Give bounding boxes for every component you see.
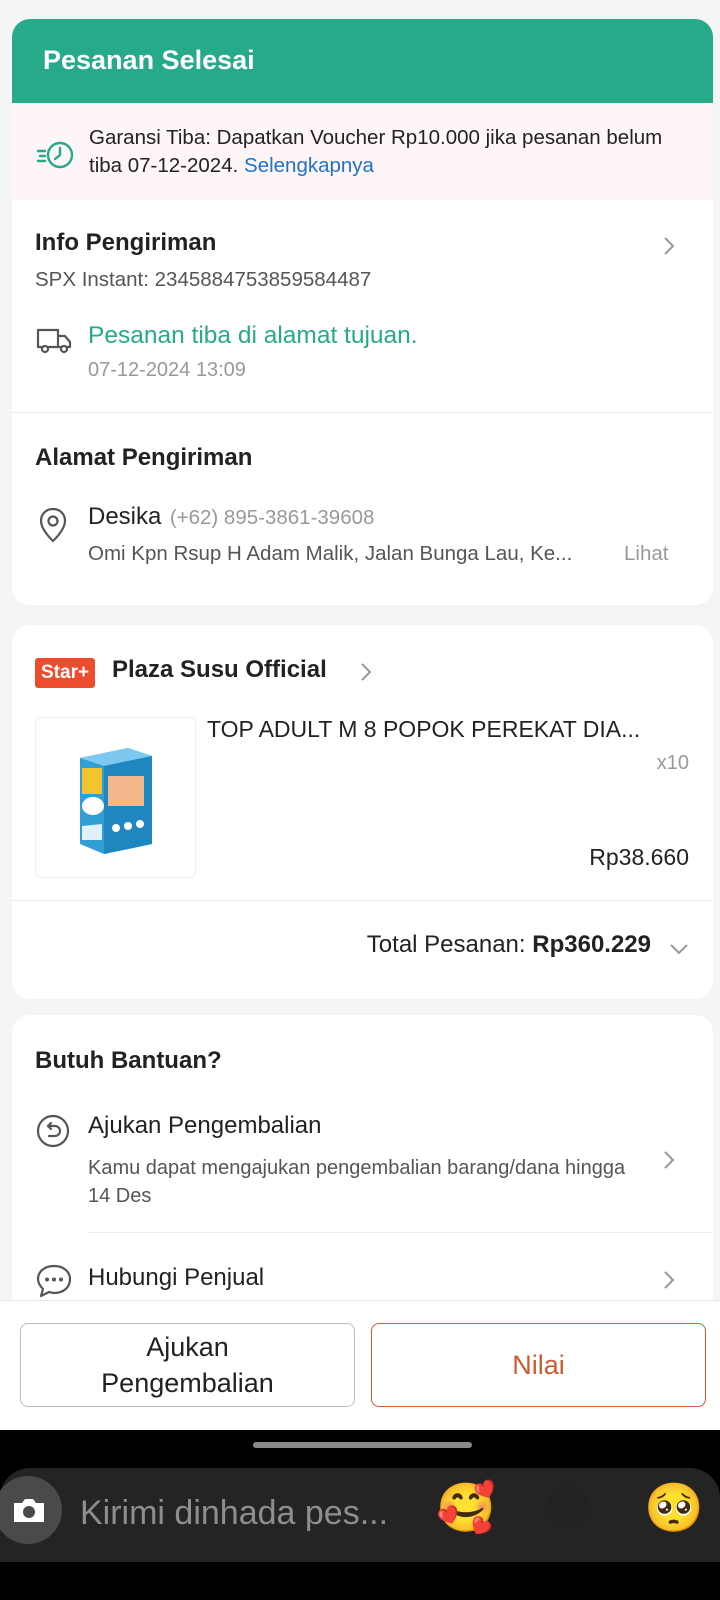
- contact-seller-title: Hubungi Penjual: [88, 1264, 265, 1291]
- chevron-right-icon: [361, 663, 372, 681]
- rate-button[interactable]: Nilai: [371, 1323, 706, 1407]
- recipient-phone: (+62) 895-3861-39608: [169, 506, 375, 529]
- arrival-guarantee-message: Garansi Tiba: Dapatkan Voucher Rp10.000 …: [89, 126, 663, 177]
- shop-name: Plaza Susu Official: [112, 656, 327, 683]
- home-indicator[interactable]: [253, 1442, 472, 1448]
- request-return-title: Ajukan Pengembalian: [88, 1112, 322, 1139]
- delivery-timestamp: 07-12-2024 13:09: [88, 359, 246, 381]
- diaper-pack-image: [80, 748, 152, 854]
- star-plus-badge: Star+: [35, 658, 96, 688]
- order-total-value: Rp360.229: [532, 931, 651, 958]
- order-total-label: Total Pesanan:: [366, 931, 526, 958]
- message-input[interactable]: Kirimi dinhada pes...: [80, 1494, 388, 1533]
- camera-button[interactable]: [0, 1476, 62, 1544]
- shop-order-card: Star+ Plaza Susu Official TOP ADULT M 8 …: [12, 625, 713, 999]
- request-return-button[interactable]: Ajukan Pengembalian: [20, 1323, 355, 1407]
- rate-button-label: Nilai: [512, 1350, 565, 1380]
- recipient-info: Desika (+62) 895-3861-39608: [88, 503, 374, 531]
- product-price: Rp38.660: [589, 844, 689, 870]
- camera-icon: [14, 1499, 44, 1522]
- chat-bubble-icon: [36, 1264, 72, 1298]
- shipping-address-title: Alamat Pengiriman: [35, 444, 253, 471]
- view-address-link[interactable]: Lihat: [624, 542, 668, 566]
- chevron-down-icon: [670, 944, 688, 955]
- see-more-link[interactable]: Selengkapnya: [244, 154, 374, 177]
- section-divider: [12, 412, 713, 413]
- message-bar: Kirimi dinhada pes... 🥰 😂 🥺: [0, 1468, 720, 1562]
- request-return-description: Kamu dapat mengajukan pengembalian baran…: [88, 1157, 626, 1207]
- order-detail-screen: Pesanan Selesai Garansi Tiba: Dapatkan V…: [0, 0, 720, 1430]
- chevron-right-icon: [664, 1271, 675, 1289]
- product-quantity: x10: [656, 752, 689, 774]
- bottom-action-bar: Ajukan Pengembalian Nilai: [0, 1300, 720, 1430]
- shipping-info-title: Info Pengiriman: [35, 229, 217, 256]
- arrival-guarantee-text: Garansi Tiba: Dapatkan Voucher Rp10.000 …: [89, 124, 689, 180]
- smiling-hearts-emoji[interactable]: 🥰: [436, 1480, 496, 1538]
- product-image: [35, 717, 196, 878]
- help-card: Butuh Bantuan? Ajukan Pengembalian Kamu …: [12, 1015, 713, 1335]
- product-name: TOP ADULT M 8 POPOK PEREKAT DIA...: [207, 716, 641, 742]
- help-title: Butuh Bantuan?: [35, 1047, 222, 1074]
- tears-of-joy-emoji[interactable]: 😂: [540, 1480, 596, 1538]
- request-return-button-label: Ajukan Pengembalian: [101, 1332, 274, 1398]
- location-pin-icon: [39, 507, 67, 543]
- order-status-card: Pesanan Selesai Garansi Tiba: Dapatkan V…: [12, 19, 713, 605]
- fast-clock-icon: [36, 141, 74, 169]
- chevron-right-icon: [664, 237, 675, 255]
- address-line: Omi Kpn Rsup H Adam Malik, Jalan Bunga L…: [88, 542, 573, 565]
- pleading-face-emoji[interactable]: 🥺: [644, 1480, 704, 1538]
- return-icon: [36, 1114, 70, 1148]
- page-title: Pesanan Selesai: [12, 19, 713, 103]
- recipient-name: Desika: [88, 503, 162, 530]
- tracking-number: SPX Instant: 2345884753859584487: [35, 268, 372, 291]
- truck-icon: [36, 328, 72, 354]
- row-divider: [88, 1232, 713, 1233]
- section-divider: [12, 900, 713, 901]
- order-total: Total Pesanan: Rp360.229: [367, 931, 651, 959]
- chevron-right-icon: [664, 1151, 675, 1169]
- delivery-status: Pesanan tiba di alamat tujuan.: [88, 322, 418, 349]
- arrival-guarantee-banner[interactable]: Garansi Tiba: Dapatkan Voucher Rp10.000 …: [12, 103, 713, 200]
